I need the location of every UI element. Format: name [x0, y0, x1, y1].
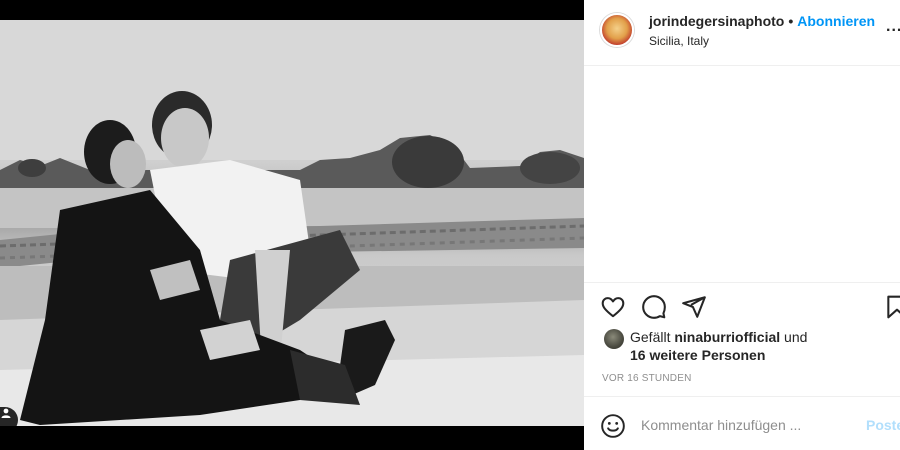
liker-username[interactable]: ninaburriofficial [674, 329, 780, 345]
post-side-panel: jorindegersinaphoto • Abonnieren Sicilia, … [584, 0, 900, 450]
author-username[interactable]: jorindegersinaphoto [649, 13, 784, 29]
follow-button[interactable]: Abonnieren [797, 13, 875, 29]
paper-plane-icon[interactable] [681, 294, 707, 325]
likes-others-link[interactable]: 16 weitere Personen [630, 346, 765, 364]
instagram-post-window: jorindegersinaphoto • Abonnieren Sicilia, … [0, 0, 900, 450]
likes-prefix: Gefällt [630, 329, 675, 345]
speech-bubble-icon[interactable] [641, 294, 667, 325]
author-line: jorindegersinaphoto • Abonnieren [649, 13, 875, 29]
more-options-icon[interactable]: ... [886, 18, 900, 36]
post-photo[interactable] [0, 20, 584, 426]
post-location[interactable]: Sicilia, Italy [649, 34, 709, 48]
bookmark-icon[interactable] [884, 294, 900, 325]
likes-line-1: Gefällt ninaburriofficial und [630, 328, 807, 346]
heart-icon[interactable] [600, 294, 626, 325]
separator-dot: • [788, 13, 794, 29]
photo-area [0, 0, 584, 450]
author-avatar[interactable] [600, 13, 634, 47]
smiley-icon[interactable] [600, 413, 626, 444]
post-timestamp[interactable]: VOR 16 STUNDEN [602, 373, 692, 384]
comment-box: Posten [584, 396, 900, 450]
comment-input[interactable] [641, 415, 841, 435]
action-bar [584, 282, 900, 332]
post-header: jorindegersinaphoto • Abonnieren Sicilia, … [584, 0, 900, 66]
liker-avatar[interactable] [604, 329, 624, 349]
likes-conjunction: und [780, 329, 808, 345]
photo-illustration [0, 20, 584, 426]
post-comment-button[interactable]: Posten [866, 417, 900, 433]
